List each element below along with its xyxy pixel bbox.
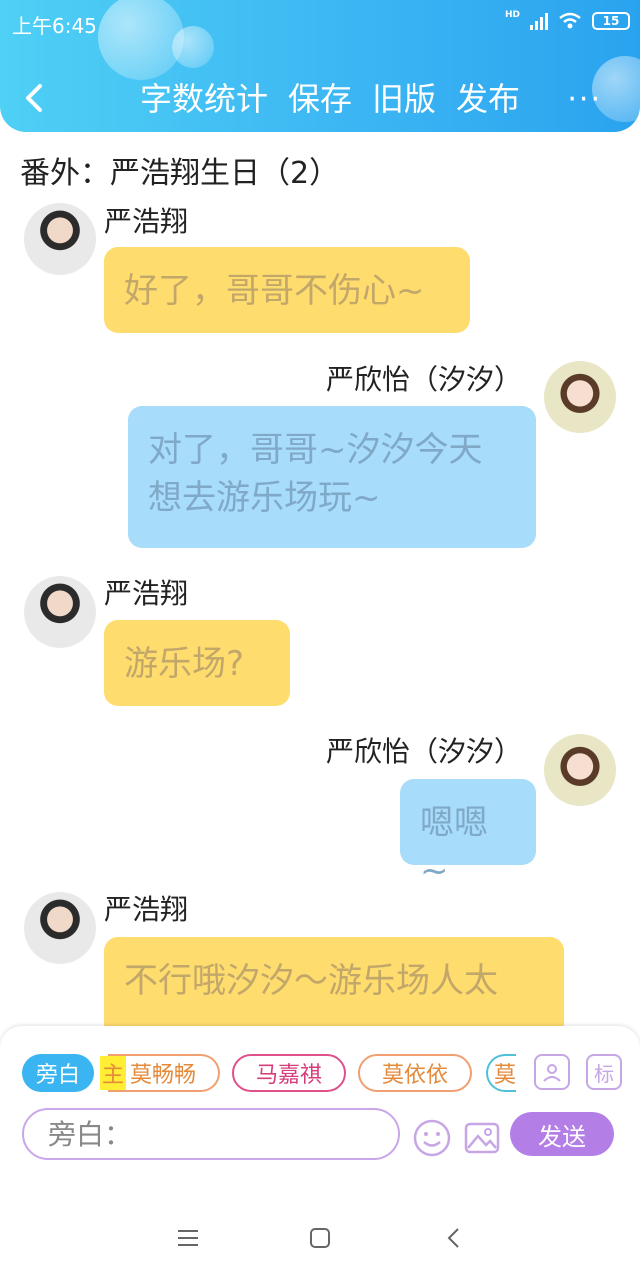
wifi-icon xyxy=(559,12,581,29)
emoji-icon[interactable] xyxy=(412,1118,452,1158)
tag-button[interactable]: 标 xyxy=(586,1054,622,1090)
role-chip[interactable]: 莫依依 xyxy=(358,1054,472,1092)
sender-name: 严浩翔 xyxy=(104,577,189,610)
nav-bar: 字数统计 保存 旧版 发布 ··· xyxy=(0,68,640,128)
sender-name: 严欣怡（汐汐） xyxy=(325,363,522,396)
save-button[interactable]: 保存 xyxy=(288,74,352,120)
battery-icon: 15 xyxy=(592,12,630,30)
publish-button[interactable]: 发布 xyxy=(456,74,520,120)
role-chip-narrator[interactable]: 旁白 xyxy=(22,1054,94,1092)
status-bar: 上午6:45 HD 15 xyxy=(0,0,640,48)
back-arrow-icon[interactable] xyxy=(14,76,58,120)
network-label: HD xyxy=(504,10,520,20)
system-nav-bar xyxy=(0,1196,640,1280)
screen: 上午6:45 HD 15 字数统计 保存 旧版 发布 ··· 番外：严浩翔生日（… xyxy=(0,0,640,1280)
message-bubble[interactable]: 对了，哥哥~汐汐今天想去游乐场玩~ xyxy=(128,406,536,548)
app-header: 上午6:45 HD 15 字数统计 保存 旧版 发布 ··· xyxy=(0,0,640,132)
role-chip[interactable]: 莫畅畅 xyxy=(108,1054,220,1092)
avatar[interactable] xyxy=(544,734,616,806)
menu-icon[interactable] xyxy=(168,1220,208,1256)
chat-area[interactable]: 严浩翔 好了，哥哥不伤心~ 严欣怡（汐汐） 对了，哥哥~汐汐今天想去游乐场玩~ … xyxy=(0,200,640,1026)
word-count-button[interactable]: 字数统计 xyxy=(140,74,268,120)
sender-name: 严浩翔 xyxy=(104,205,189,234)
chapter-title: 番外：严浩翔生日（2） xyxy=(20,156,340,191)
message-bubble[interactable]: 好了，哥哥不伤心~ xyxy=(104,247,470,333)
dialogue-input[interactable] xyxy=(22,1108,400,1160)
message-bubble[interactable]: 嗯嗯~ xyxy=(400,779,536,891)
sender-name: 严浩翔 xyxy=(104,893,189,926)
nav-actions: 字数统计 保存 旧版 发布 xyxy=(140,74,520,120)
send-button[interactable]: 发送 xyxy=(510,1112,614,1156)
more-icon[interactable]: ··· xyxy=(567,82,602,117)
avatar[interactable] xyxy=(544,361,616,433)
avatar[interactable] xyxy=(24,892,96,964)
status-icons: HD 15 xyxy=(504,10,630,30)
status-time: 上午6:45 xyxy=(12,14,97,38)
sender-name: 严欣怡（汐汐） xyxy=(325,735,522,768)
input-panel: 旁白 主 莫畅畅 马嘉祺 莫依依 莫 标 发送 xyxy=(0,1026,640,1196)
avatar[interactable] xyxy=(24,576,96,648)
old-version-button[interactable]: 旧版 xyxy=(372,74,436,120)
battery-level: 15 xyxy=(602,14,620,28)
avatar[interactable] xyxy=(24,203,96,275)
back-icon[interactable] xyxy=(434,1220,474,1256)
home-icon[interactable] xyxy=(300,1220,340,1256)
signal-icon xyxy=(530,12,548,30)
person-icon xyxy=(543,1064,561,1082)
image-icon[interactable] xyxy=(462,1118,502,1158)
role-icon[interactable] xyxy=(534,1054,570,1090)
role-chip[interactable]: 马嘉祺 xyxy=(232,1054,346,1092)
role-chip[interactable]: 莫 xyxy=(486,1054,516,1092)
message-bubble[interactable]: 不行哦汐汐～游乐场人太 xyxy=(104,937,564,1026)
message-bubble[interactable]: 游乐场? xyxy=(104,620,290,706)
